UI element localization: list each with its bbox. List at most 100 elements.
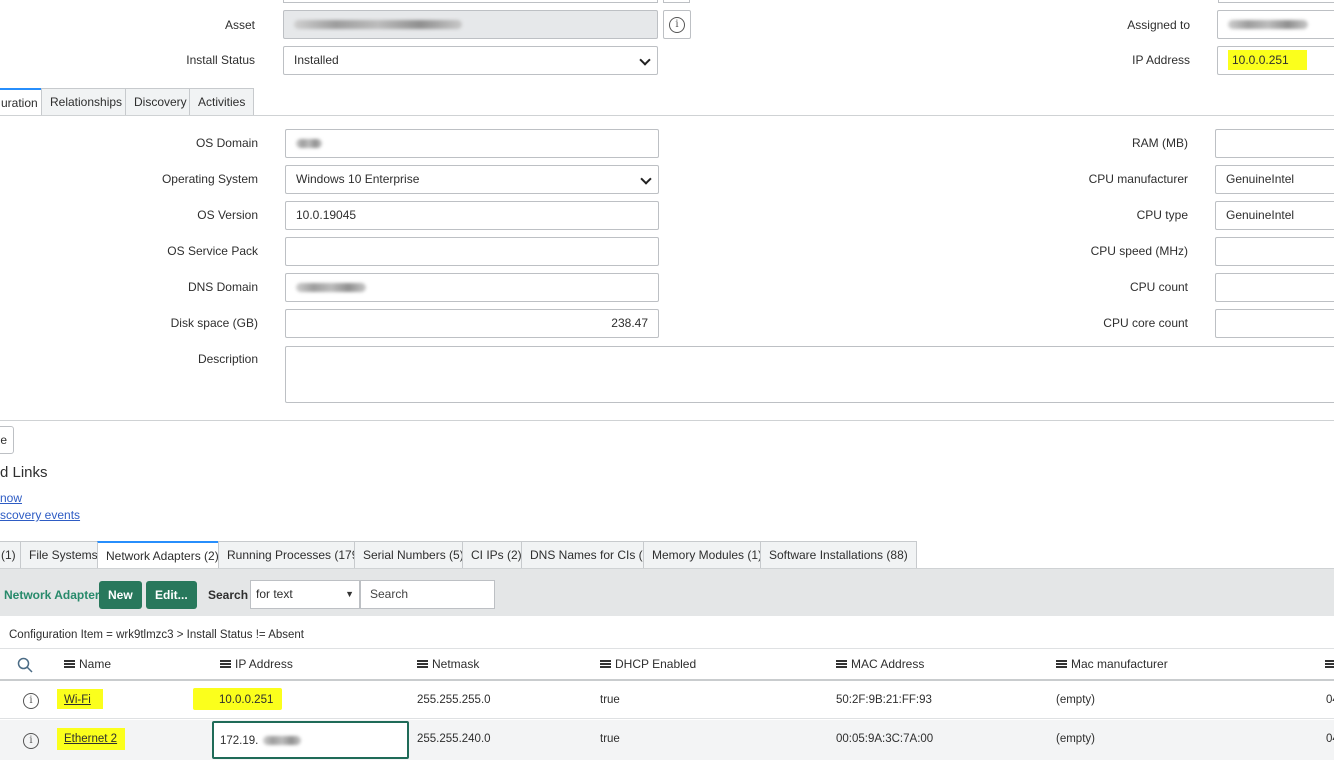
ip-address-value: 10.0.0.251 [1228, 50, 1307, 70]
description-textarea[interactable] [285, 346, 1334, 403]
cpu-count-label: CPU count [1129, 280, 1188, 294]
list-title: Network Adapters [4, 588, 107, 602]
ram-label: RAM (MB) [1132, 136, 1188, 150]
ip-address-label: IP Address [1132, 53, 1190, 67]
tab-relationships[interactable]: Relationships [41, 88, 132, 116]
os-version-label: OS Version [197, 208, 258, 222]
column-header-more[interactable] [1325, 657, 1334, 671]
cpu-type-label: CPU type [1136, 208, 1188, 222]
redacted-text [1228, 20, 1308, 30]
redacted-text [296, 283, 366, 293]
search-icon[interactable] [17, 657, 33, 673]
row-ip-address: 10.0.0.251 [219, 694, 274, 706]
breadcrumb[interactable]: Configuration Item = wrk9tlmzc3 > Instal… [9, 629, 304, 641]
row-dhcp-enabled: true [600, 733, 620, 745]
cpu-speed-field[interactable] [1215, 237, 1334, 266]
cpu-count-field[interactable] [1215, 273, 1334, 302]
related-tab-software-installations[interactable]: Software Installations (88) [760, 541, 917, 569]
list-toolbar [0, 568, 1334, 616]
row-extra-cut: 04 [1326, 733, 1334, 745]
search-label: Search [208, 588, 249, 602]
cpu-core-count-label: CPU core count [1103, 316, 1188, 330]
ip-address-field[interactable]: 10.0.0.251 [1217, 46, 1334, 75]
dns-domain-field[interactable] [285, 273, 659, 302]
column-header-dhcp-enabled[interactable]: DHCP Enabled [600, 657, 696, 671]
operating-system-select[interactable]: Windows 10 Enterprise [285, 165, 659, 194]
description-label: Description [197, 352, 258, 366]
tab-discovery[interactable]: Discovery [125, 88, 196, 116]
tab-activities[interactable]: Activities [189, 88, 255, 116]
row-extra-cut: 04 [1326, 694, 1334, 706]
row-ip-address: 172.19. [220, 735, 259, 747]
asset-label: Asset [224, 18, 255, 32]
top-cut-field-1 [283, 0, 658, 3]
cpu-manufacturer-field[interactable]: GenuineIntel [1215, 165, 1334, 194]
os-domain-label: OS Domain [195, 136, 258, 150]
column-header-name[interactable]: Name [64, 657, 111, 671]
info-icon: i [669, 17, 685, 33]
cpu-speed-label: CPU speed (MHz) [1090, 244, 1188, 258]
related-links-heading: d Links [0, 464, 48, 481]
column-header-ip-address[interactable]: IP Address [220, 657, 293, 671]
top-cut-field-2 [663, 0, 690, 3]
related-tab-dns-names[interactable]: DNS Names for CIs (1) [521, 541, 663, 569]
tab-divider [0, 115, 1334, 116]
search-placeholder: Search [370, 587, 409, 601]
operating-system-label: Operating System [161, 172, 258, 186]
row-ip-address-editing[interactable]: 172.19. [212, 721, 409, 759]
redacted-text [262, 736, 301, 746]
redacted-text [294, 20, 462, 30]
dns-domain-label: DNS Domain [187, 280, 258, 294]
cpu-core-count-field[interactable] [1215, 309, 1334, 338]
related-tab-running-processes[interactable]: Running Processes (179) [218, 541, 372, 569]
assigned-to-field[interactable] [1217, 10, 1334, 39]
search-field-select-value: for text [256, 587, 293, 601]
redacted-text [296, 139, 322, 149]
form-bottom-divider [0, 420, 1334, 421]
os-service-pack-label: OS Service Pack [167, 244, 258, 258]
os-domain-field[interactable] [285, 129, 659, 158]
disk-space-label: Disk space (GB) [170, 316, 258, 330]
related-tab-file-systems[interactable]: File Systems [20, 541, 107, 569]
search-input[interactable]: Search [360, 580, 495, 609]
row-netmask: 255.255.255.0 [417, 694, 491, 706]
search-field-select[interactable]: for text ▼ [250, 580, 360, 609]
install-status-select[interactable]: Installed [283, 46, 658, 75]
related-link-discovery-events[interactable]: scovery events [0, 508, 80, 522]
info-icon[interactable]: i [23, 733, 39, 749]
update-button[interactable]: e [0, 426, 14, 454]
ram-field[interactable] [1215, 129, 1334, 158]
cpu-type-field[interactable]: GenuineIntel [1215, 201, 1334, 230]
asset-field [283, 10, 658, 39]
assigned-to-label: Assigned to [1127, 18, 1190, 32]
edit-button[interactable]: Edit... [146, 581, 197, 609]
related-tab-partial[interactable]: (1) [0, 541, 21, 569]
new-button[interactable]: New [99, 581, 142, 609]
install-status-label: Install Status [186, 53, 255, 67]
caret-down-icon: ▼ [345, 589, 354, 599]
related-tab-serial-numbers[interactable]: Serial Numbers (5) [354, 541, 473, 569]
row-netmask: 255.255.240.0 [417, 733, 491, 745]
row-mac-address: 50:2F:9B:21:FF:93 [836, 694, 932, 706]
os-version-field[interactable]: 10.0.19045 [285, 201, 659, 230]
row-mac-manufacturer: (empty) [1056, 733, 1095, 745]
column-header-mac-manufacturer[interactable]: Mac manufacturer [1056, 657, 1168, 671]
os-service-pack-field[interactable] [285, 237, 659, 266]
disk-space-field[interactable]: 238.47 [285, 309, 659, 338]
related-tab-memory-modules[interactable]: Memory Modules (1) [643, 541, 772, 569]
row-mac-manufacturer: (empty) [1056, 694, 1095, 706]
column-header-mac-address[interactable]: MAC Address [836, 657, 924, 671]
top-cut-field-3 [1218, 0, 1334, 3]
info-icon[interactable]: i [23, 693, 39, 709]
tab-configuration[interactable]: uration [0, 88, 42, 116]
asset-info-button[interactable]: i [663, 10, 691, 39]
table-row[interactable] [0, 720, 1334, 760]
row-dhcp-enabled: true [600, 694, 620, 706]
row-mac-address: 00:05:9A:3C:7A:00 [836, 733, 934, 745]
row-name-link[interactable]: Ethernet 2 [64, 733, 117, 745]
related-tab-network-adapters[interactable]: Network Adapters (2) [97, 541, 228, 569]
related-link-run-now[interactable]: now [0, 491, 22, 505]
row-name-link[interactable]: Wi-Fi [64, 694, 91, 706]
column-header-netmask[interactable]: Netmask [417, 657, 479, 671]
cpu-manufacturer-label: CPU manufacturer [1088, 172, 1188, 186]
